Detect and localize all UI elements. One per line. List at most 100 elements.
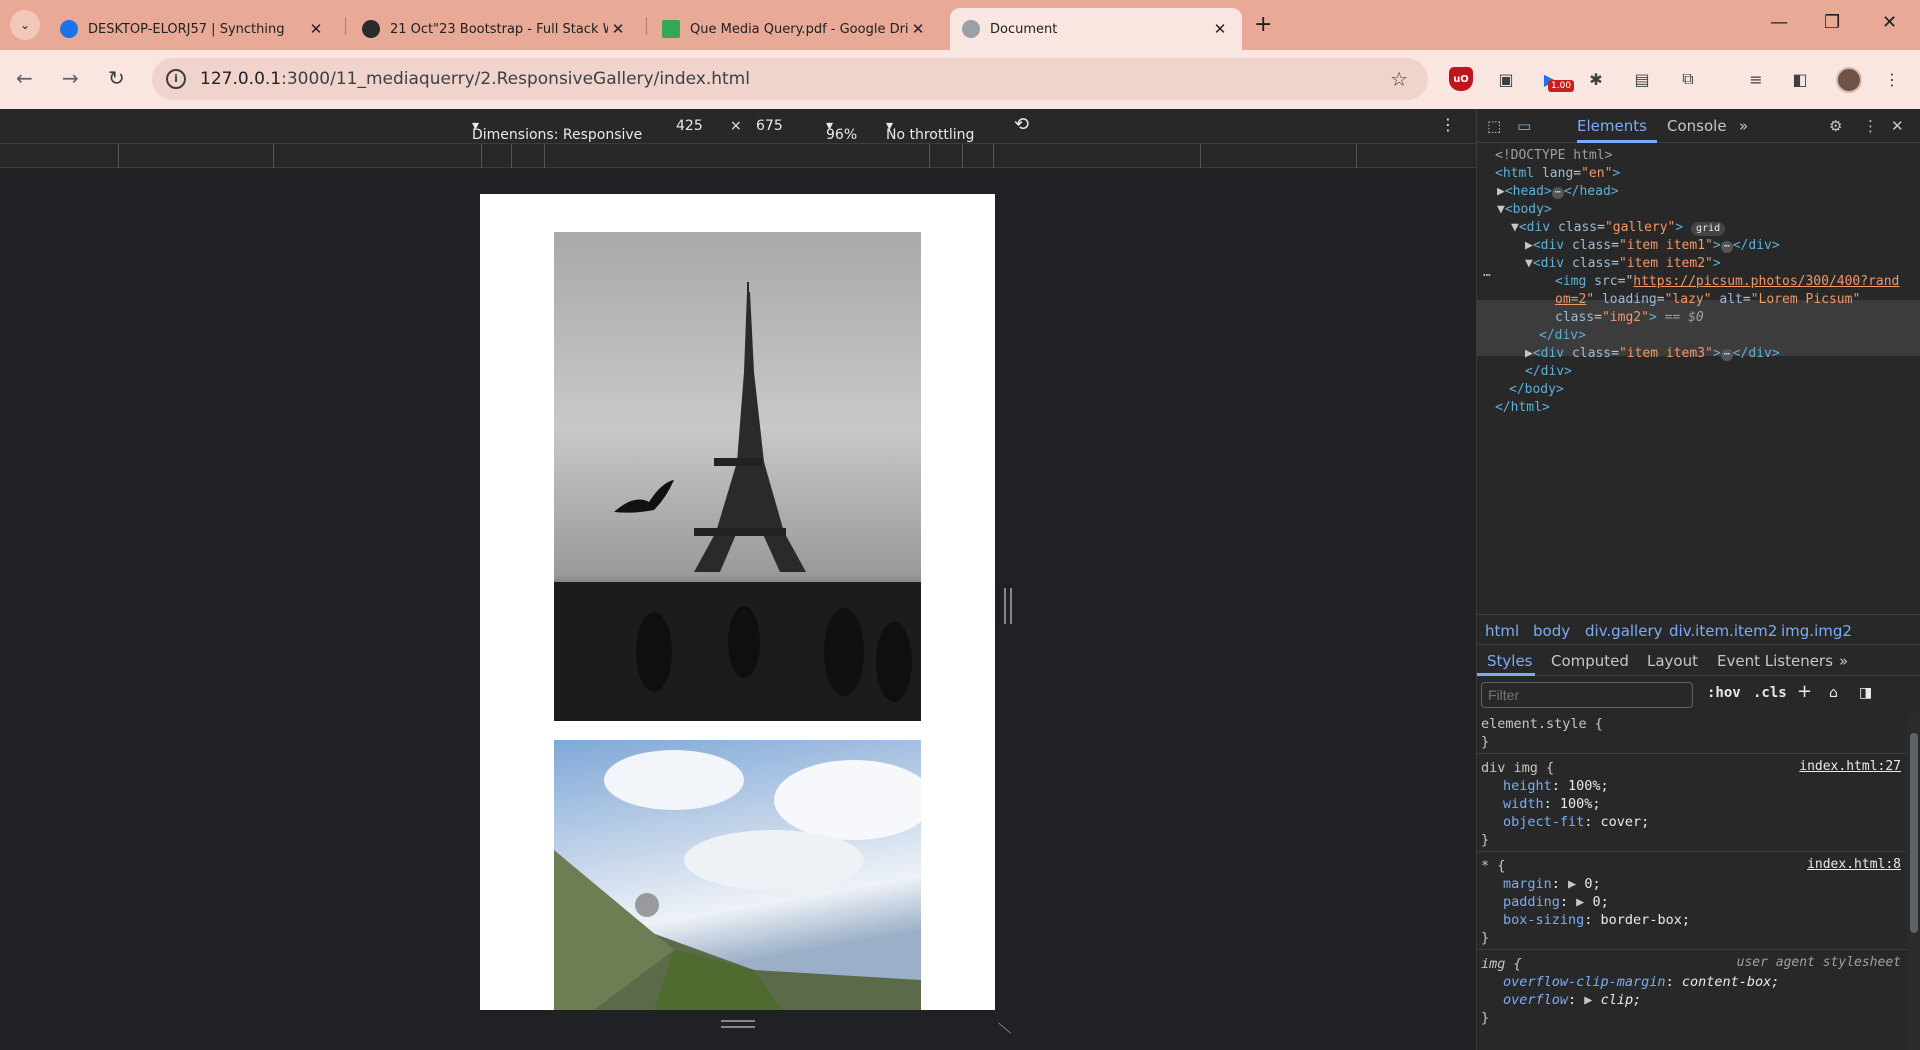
tab-console[interactable]: Console	[1667, 117, 1727, 135]
eiffel-tower-photo[interactable]	[554, 232, 921, 721]
decl-padding[interactable]: padding: ▶ 0;	[1503, 893, 1609, 911]
inspect-element-icon[interactable]: ⬚	[1487, 117, 1501, 135]
dom-img2-line1[interactable]: <img src="https://picsum.photos/300/400?…	[1555, 273, 1899, 291]
dom-item1[interactable]: ▶<div class="item item1"> ⋯ </div>	[1525, 237, 1780, 255]
more-tabs-icon[interactable]: »	[1739, 117, 1748, 135]
styles-filter-input[interactable]	[1481, 682, 1693, 708]
breadcrumb-item2[interactable]: div.item.item2	[1669, 622, 1777, 640]
forward-icon[interactable]: →	[62, 66, 79, 90]
breadcrumb-body[interactable]: body	[1533, 622, 1570, 640]
expand-triangle-icon[interactable]: ▶	[1525, 238, 1533, 253]
decl-box-sizing[interactable]: box-sizing: border-box;	[1503, 911, 1690, 929]
close-tab-icon[interactable]: ✕	[908, 20, 928, 38]
extension-card-icon[interactable]: ▤	[1630, 67, 1654, 91]
viewport-resize-corner-icon[interactable]: ⟋	[994, 1022, 1014, 1033]
tab-google-drive[interactable]: Que Media Query.pdf - Google Drive ✕	[650, 8, 940, 50]
restore-icon[interactable]: ❐	[1824, 12, 1840, 33]
close-tab-icon[interactable]: ✕	[306, 20, 326, 38]
minimize-icon[interactable]: —	[1770, 12, 1788, 33]
src-link[interactable]: https://picsum.photos/300/400?rand	[1633, 274, 1899, 289]
mountain-clouds-photo[interactable]	[554, 740, 921, 1010]
window-close-icon[interactable]: ✕	[1882, 12, 1897, 33]
star-selector[interactable]: * {	[1481, 857, 1505, 875]
dom-doctype[interactable]: <!DOCTYPE html>	[1495, 147, 1612, 165]
profile-avatar[interactable]	[1836, 67, 1862, 93]
breadcrumb-img2[interactable]: img.img2	[1781, 622, 1852, 640]
breadcrumb-html[interactable]: html	[1485, 622, 1519, 640]
device-toolbar-menu-icon[interactable]: ⋮	[1440, 115, 1456, 134]
grid-badge[interactable]: grid	[1691, 222, 1726, 236]
dom-img2-line3[interactable]: class="img2"> == $0	[1555, 309, 1704, 327]
scrollbar-thumb[interactable]	[1910, 733, 1918, 933]
node-actions-icon[interactable]: ⋯	[1483, 267, 1491, 285]
collapse-triangle-icon[interactable]: ▼	[1525, 256, 1533, 271]
new-tab-icon[interactable]: +	[1254, 12, 1272, 37]
dom-gallery-close[interactable]: </div>	[1525, 363, 1572, 381]
back-icon[interactable]: ←	[16, 66, 33, 90]
new-rule-icon[interactable]: +	[1797, 681, 1812, 702]
reload-icon[interactable]: ↻	[108, 66, 125, 90]
tab-event-listeners[interactable]: Event Listeners	[1717, 652, 1833, 670]
dom-head[interactable]: ▶<head> ⋯ </head>	[1497, 183, 1619, 201]
toggle-sidebar-icon[interactable]: ◨	[1859, 685, 1872, 701]
device-toggle-icon[interactable]: ▭	[1517, 117, 1531, 135]
tab-styles[interactable]: Styles	[1487, 652, 1533, 670]
dom-item2-close[interactable]: </div>	[1539, 327, 1586, 345]
img-selector[interactable]: img {	[1481, 955, 1522, 973]
collapsed-ellipsis[interactable]: ⋯	[1720, 349, 1733, 361]
site-info-icon[interactable]: i	[166, 69, 186, 89]
breadcrumb-gallery[interactable]: div.gallery	[1585, 622, 1663, 640]
tab-elements[interactable]: Elements	[1577, 117, 1647, 135]
src-link[interactable]: om=2	[1555, 292, 1586, 307]
expand-triangle-icon[interactable]: ▶	[1584, 992, 1600, 1008]
address-bar[interactable]: i 127.0.0.1:3000/11_mediaquerry/2.Respon…	[152, 58, 1428, 100]
viewport-resize-handle-bottom[interactable]	[721, 1020, 755, 1028]
decl-margin[interactable]: margin: ▶ 0;	[1503, 875, 1601, 893]
element-style-selector[interactable]: element.style {	[1481, 715, 1603, 733]
expand-triangle-icon[interactable]: ▶	[1576, 894, 1592, 910]
tab-document[interactable]: Document ✕	[950, 8, 1242, 50]
extensions-puzzle-icon[interactable]: ⧉	[1676, 67, 1700, 91]
expand-triangle-icon[interactable]: ▶	[1525, 346, 1533, 361]
tab-layout[interactable]: Layout	[1647, 652, 1698, 670]
height-input[interactable]: 675	[756, 118, 783, 134]
collapsed-ellipsis[interactable]: ⋯	[1720, 241, 1733, 253]
url-text[interactable]: 127.0.0.1:3000/11_mediaquerry/2.Responsi…	[200, 69, 750, 89]
picture-in-picture-icon[interactable]: ▣	[1494, 67, 1518, 91]
devtools-menu-icon[interactable]: ⋮	[1863, 117, 1878, 135]
decl-overflow[interactable]: overflow: ▶ clip;	[1503, 991, 1641, 1009]
ublock-origin-icon[interactable]: uO	[1449, 67, 1473, 91]
viewport-resize-handle-right[interactable]	[1004, 588, 1012, 624]
expand-triangle-icon[interactable]: ▶	[1497, 184, 1505, 199]
dom-gallery[interactable]: ▼<div class="gallery"> grid	[1511, 219, 1726, 237]
dom-body[interactable]: ▼<body>	[1497, 201, 1552, 219]
dom-img2-line2[interactable]: om=2" loading="lazy" alt="Lorem Picsum"	[1555, 291, 1860, 309]
width-input[interactable]: 425	[676, 118, 703, 134]
collapse-triangle-icon[interactable]: ▼	[1497, 202, 1505, 217]
dom-item3[interactable]: ▶<div class="item item3"> ⋯ </div>	[1525, 345, 1780, 363]
source-link[interactable]: index.html:27	[1799, 759, 1901, 774]
decl-overflow-clip-margin[interactable]: overflow-clip-margin: content-box;	[1503, 973, 1779, 991]
source-link[interactable]: index.html:8	[1807, 857, 1901, 872]
styles-scrollbar[interactable]	[1907, 713, 1920, 1050]
close-tab-icon[interactable]: ✕	[1210, 20, 1230, 38]
tab-syncthing[interactable]: DESKTOP-ELORJ57 | Syncthing ✕	[48, 8, 338, 50]
dom-html-close[interactable]: </html>	[1495, 399, 1550, 417]
dom-item2[interactable]: ▼<div class="item item2">	[1525, 255, 1721, 273]
collapsed-ellipsis[interactable]: ⋯	[1551, 187, 1564, 199]
side-panel-icon[interactable]: ◧	[1788, 67, 1812, 91]
tab-search-button[interactable]: ⌄	[10, 10, 40, 40]
bookmark-star-icon[interactable]: ☆	[1390, 67, 1408, 91]
devtools-close-icon[interactable]: ✕	[1891, 117, 1904, 135]
tab-bootstrap[interactable]: 21 Oct"23 Bootstrap - Full Stack Web ✕	[350, 8, 640, 50]
more-style-tabs-icon[interactable]: »	[1839, 652, 1848, 670]
media-query-ruler[interactable]	[0, 143, 1476, 168]
cls-toggle[interactable]: .cls	[1753, 685, 1787, 701]
throttling-dropdown[interactable]: No throttling ▾	[886, 118, 974, 143]
paint-brush-icon[interactable]: ⌂	[1829, 685, 1838, 701]
hov-toggle[interactable]: :hov	[1707, 685, 1741, 701]
dom-html[interactable]: <html lang="en">	[1495, 165, 1620, 183]
decl-width[interactable]: width: 100%;	[1503, 795, 1601, 813]
menu-kebab-icon[interactable]: ⋮	[1880, 67, 1904, 91]
bug-icon[interactable]: ✱	[1584, 67, 1608, 91]
